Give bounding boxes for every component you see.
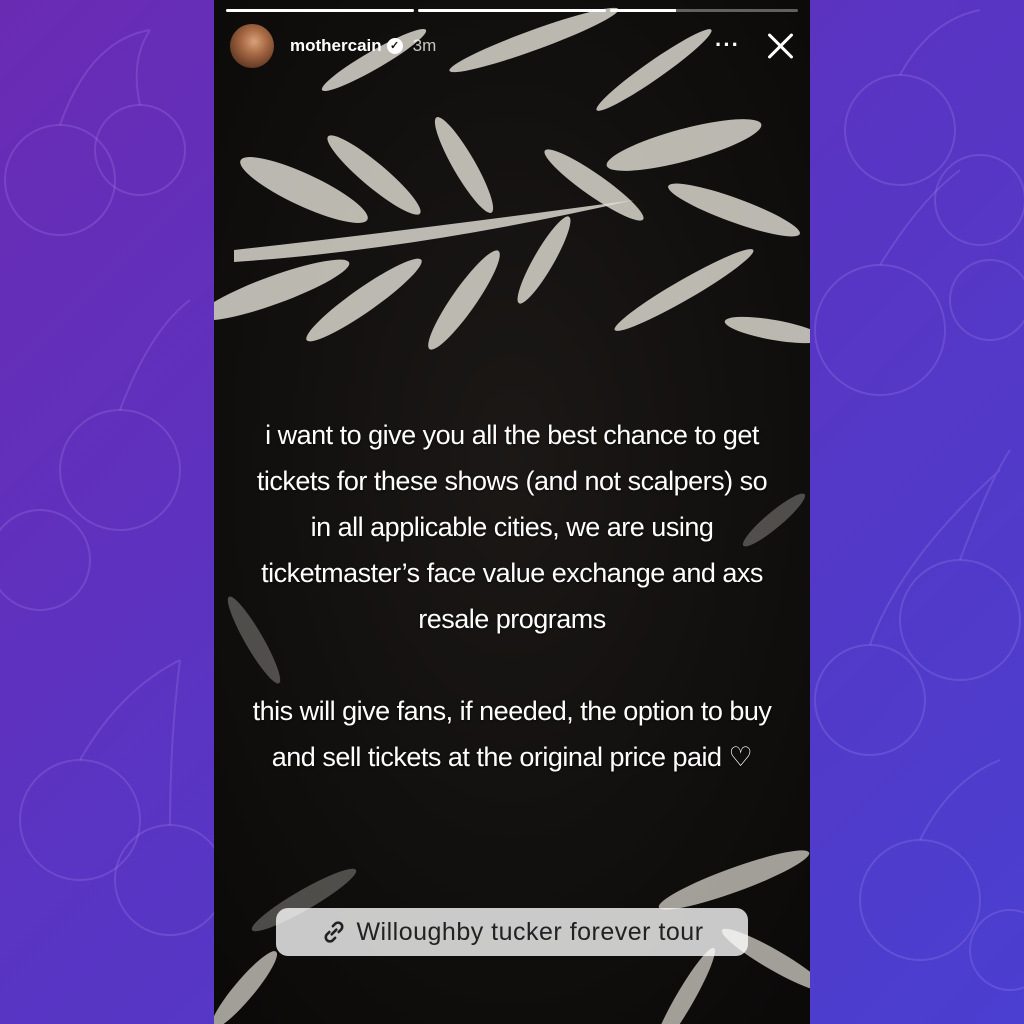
progress-segment xyxy=(226,9,414,12)
progress-segment xyxy=(418,9,606,12)
verified-badge-icon: ✓ xyxy=(386,38,403,54)
username[interactable]: mothercain xyxy=(290,36,382,56)
progress-segment xyxy=(610,9,798,12)
close-icon[interactable] xyxy=(764,30,796,62)
story-header: mothercain ✓ 3m ··· xyxy=(230,22,800,70)
link-icon xyxy=(324,921,344,943)
caption-paragraph: i want to give you all the best chance t… xyxy=(256,420,768,634)
caption-paragraph: this will give fans, if needed, the opti… xyxy=(252,696,772,772)
timestamp: 3m xyxy=(412,36,437,55)
more-options-icon[interactable]: ··· xyxy=(715,32,740,58)
story-caption: i want to give you all the best chance t… xyxy=(244,412,780,780)
link-sticker-label: Willoughby tucker forever tour xyxy=(356,917,704,946)
story-viewer[interactable]: mothercain ✓ 3m ··· i want to give you a… xyxy=(214,0,810,1024)
story-progress-bars xyxy=(226,9,798,12)
avatar[interactable] xyxy=(230,24,274,68)
link-sticker-button[interactable]: Willoughby tucker forever tour xyxy=(276,908,748,956)
